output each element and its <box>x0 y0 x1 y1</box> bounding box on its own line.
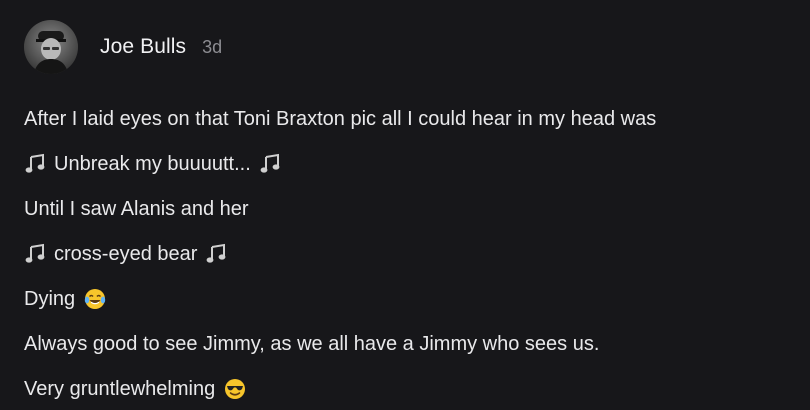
comment-body: After I laid eyes on that Toni Braxton p… <box>24 101 804 410</box>
musical-notes-icon <box>207 243 226 263</box>
comment-text: Unbreak my buuuutt... <box>54 152 251 175</box>
timestamp: 3d <box>202 36 223 57</box>
smiling-face-with-sunglasses-icon <box>225 379 246 399</box>
comment-text: cross-eyed bear <box>54 242 198 265</box>
author-name[interactable]: Joe Bulls <box>100 35 186 59</box>
comment-text: After I laid eyes on that Toni Braxton p… <box>24 107 657 130</box>
comment-text: Dying <box>24 287 76 310</box>
comment-text: Always good to see Jimmy, as we all have… <box>24 332 600 355</box>
musical-notes-icon <box>25 243 45 263</box>
comment-text: Until I saw Alanis and her <box>24 197 249 220</box>
comment-line: Until I saw Alanis and her <box>24 191 804 227</box>
avatar-photo <box>24 20 78 74</box>
comment-text: Very gruntlewhelming <box>24 377 216 400</box>
comment-line: cross-eyed bear <box>24 236 804 272</box>
comment-line: Always good to see Jimmy, as we all have… <box>24 326 804 362</box>
comment-line: Dying <box>24 281 804 317</box>
face-with-tears-of-joy-icon <box>84 289 106 309</box>
musical-notes-icon <box>260 153 280 173</box>
comment-line: Unbreak my buuuutt... <box>24 146 804 182</box>
comment-line: After I laid eyes on that Toni Braxton p… <box>24 101 804 137</box>
comment: Joe Bulls 3d After I laid eyes on that T… <box>0 0 810 410</box>
musical-notes-icon <box>25 153 45 173</box>
avatar[interactable] <box>24 20 78 74</box>
comment-line: Very gruntlewhelming <box>24 371 804 407</box>
comment-header: Joe Bulls 3d <box>24 20 222 74</box>
